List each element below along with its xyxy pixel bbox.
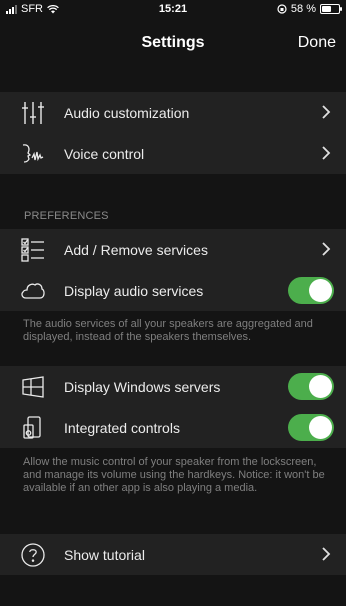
row-label: Display audio services — [64, 282, 204, 299]
row-label: Display Windows servers — [64, 378, 221, 395]
audio-services-footnote: The audio services of all your speakers … — [23, 318, 313, 343]
row-voice-control[interactable]: Voice control — [0, 133, 346, 174]
equalizer-sliders-icon — [20, 100, 46, 126]
row-show-tutorial[interactable]: Show tutorial — [0, 534, 346, 575]
done-button[interactable]: Done — [298, 34, 336, 52]
battery-percentage: 58 % — [290, 3, 316, 15]
orientation-lock-icon — [277, 4, 287, 14]
settings-group-audio: Audio customization Voice control — [0, 92, 346, 174]
row-add-remove-services[interactable]: Add / Remove services — [0, 229, 346, 270]
toggle-knob — [309, 416, 332, 439]
chevron-right-icon — [318, 546, 334, 562]
settings-group-preferences: Add / Remove services Display audio serv… — [0, 229, 346, 311]
row-display-audio-services: Display audio services — [0, 270, 346, 311]
display-audio-services-toggle[interactable] — [288, 277, 334, 304]
toggle-knob — [309, 375, 332, 398]
phone-speaker-icon — [20, 415, 46, 441]
cloud-icon — [20, 278, 46, 304]
battery-fill — [322, 6, 331, 12]
settings-group-controls: Display Windows servers Integrated contr… — [0, 366, 346, 448]
row-integrated-controls: Integrated controls — [0, 407, 346, 448]
windows-icon — [20, 374, 46, 400]
status-right: 58 % — [277, 3, 342, 15]
row-display-windows-servers: Display Windows servers — [0, 366, 346, 407]
row-label: Voice control — [64, 145, 145, 162]
chevron-right-icon — [318, 145, 334, 161]
settings-group-help: Show tutorial — [0, 534, 346, 575]
section-header-preferences: PREFERENCES — [24, 210, 109, 222]
checklist-icon — [20, 237, 46, 263]
chevron-right-icon — [318, 104, 334, 120]
row-label: Add / Remove services — [64, 241, 208, 258]
status-bar: SFR 15:21 58 % — [0, 0, 346, 20]
battery-icon — [320, 4, 342, 14]
chevron-right-icon — [318, 241, 334, 257]
row-label: Show tutorial — [64, 546, 145, 563]
integrated-controls-footnote: Allow the music control of your speaker … — [23, 456, 325, 494]
row-label: Integrated controls — [64, 419, 180, 436]
integrated-controls-toggle[interactable] — [288, 414, 334, 441]
toggle-knob — [309, 279, 332, 302]
voice-wave-icon — [20, 141, 46, 167]
question-circle-icon — [20, 542, 46, 568]
row-audio-customization[interactable]: Audio customization — [0, 92, 346, 133]
row-label: Audio customization — [64, 104, 190, 121]
display-windows-servers-toggle[interactable] — [288, 373, 334, 400]
navigation-bar: Settings Done — [0, 20, 346, 66]
page-title: Settings — [141, 34, 205, 51]
